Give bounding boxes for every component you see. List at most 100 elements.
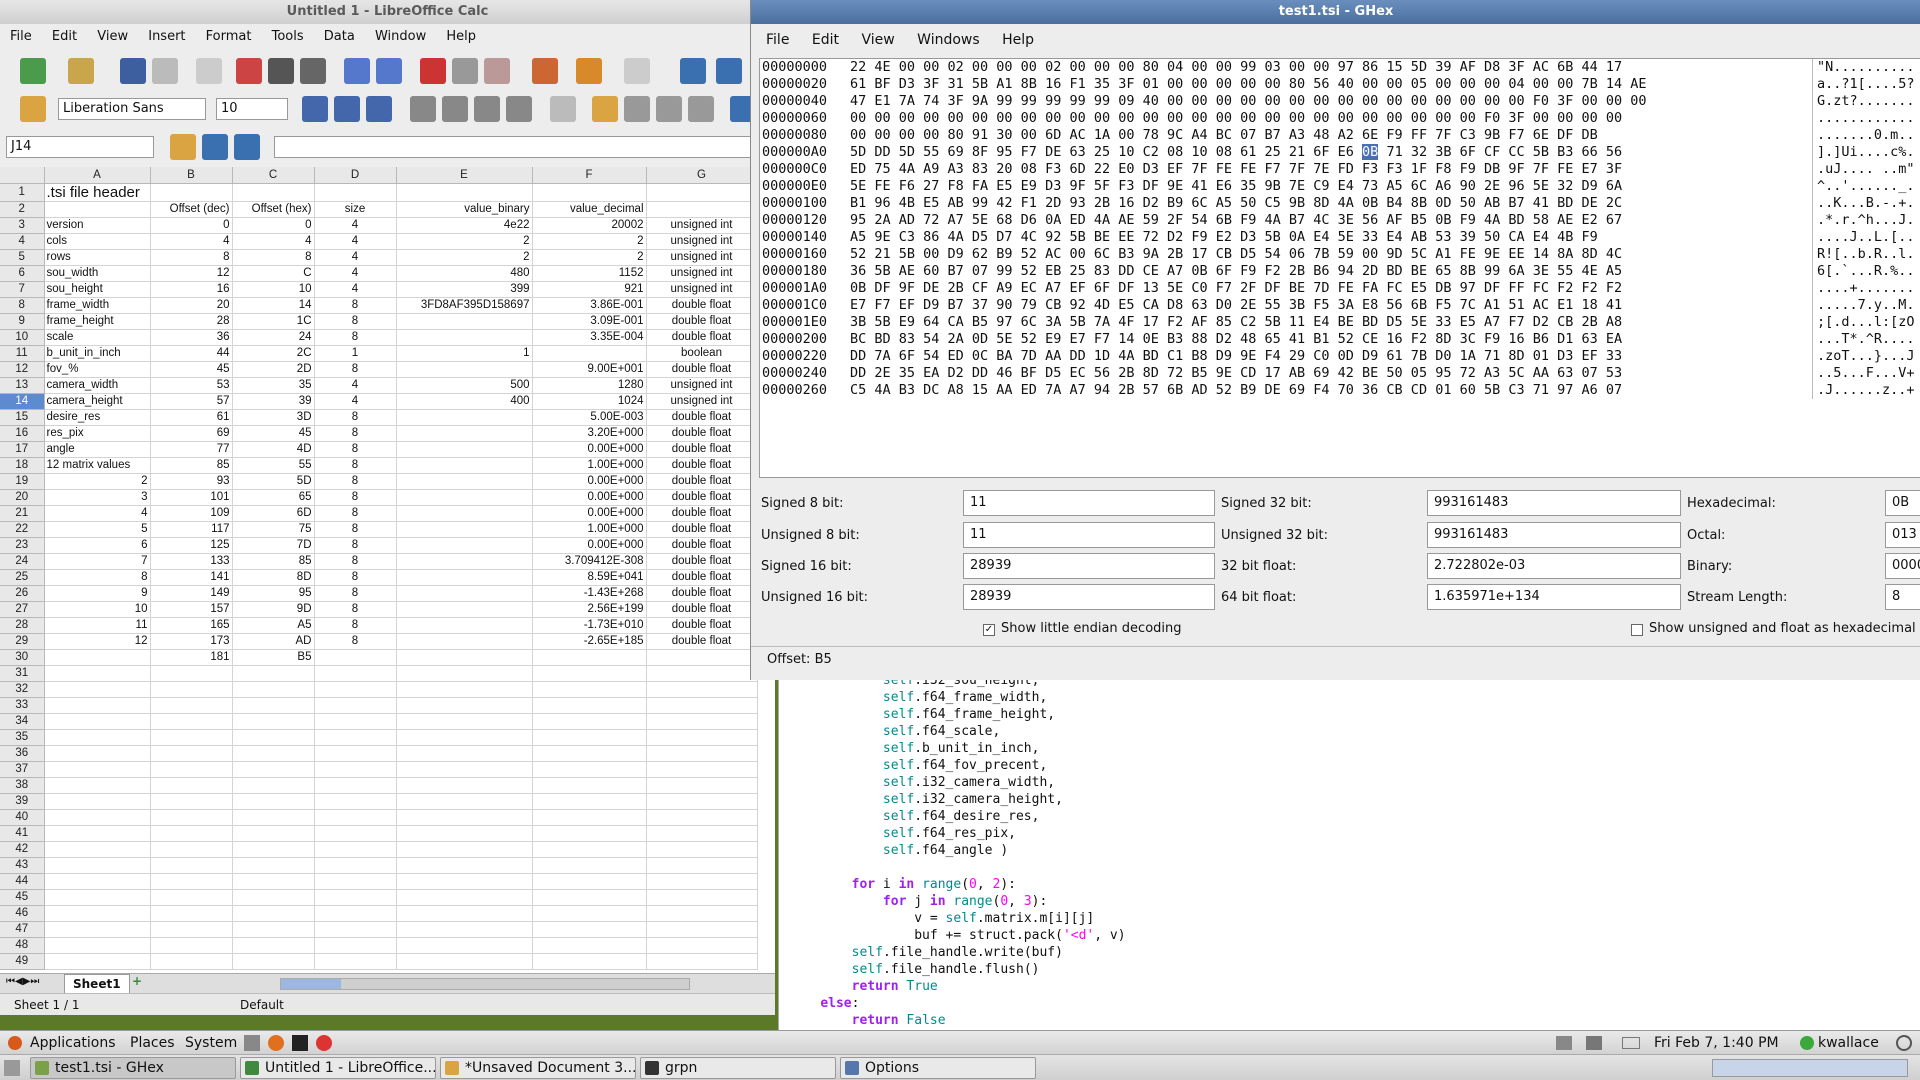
hex-ascii[interactable]: ].]Ui....c%. (1812, 144, 1915, 161)
cell[interactable] (232, 825, 315, 842)
cell[interactable]: unsigned int (646, 233, 758, 250)
cell[interactable] (396, 505, 533, 522)
cell[interactable]: 157 (150, 601, 233, 618)
row-header[interactable]: 16 (0, 425, 45, 442)
cell[interactable] (314, 873, 397, 890)
hex-ascii[interactable]: ^..'......_. (1812, 178, 1915, 195)
row-header[interactable]: 1 (0, 183, 45, 202)
cell[interactable]: frame_width (44, 297, 151, 314)
cell[interactable] (314, 745, 397, 762)
cell[interactable] (44, 761, 151, 778)
cell[interactable]: 117 (150, 521, 233, 538)
row-header[interactable]: 26 (0, 585, 45, 602)
cell[interactable] (314, 183, 397, 202)
cell[interactable] (532, 873, 647, 890)
cell[interactable]: 0.00E+000 (532, 473, 647, 490)
cell[interactable] (396, 633, 533, 650)
hex-bytes[interactable]: DD 2E 35 EA D2 DD 46 BF D5 EC 56 2B 8D 7… (850, 365, 1622, 382)
cell[interactable]: 3.709412E-308 (532, 553, 647, 570)
workspace-switcher[interactable] (1712, 1059, 1908, 1077)
cell[interactable] (532, 857, 647, 874)
cell[interactable]: camera_width (44, 377, 151, 394)
hex-bytes[interactable]: 52 21 5B 00 D9 62 B9 52 AC 00 6C B3 9A 2… (850, 246, 1622, 263)
cell[interactable] (396, 649, 533, 666)
cell[interactable] (532, 921, 647, 938)
col-header[interactable]: B (150, 167, 233, 184)
row-header[interactable]: 29 (0, 633, 45, 650)
cell[interactable] (646, 649, 758, 666)
hex-ascii[interactable]: 6[.`...R.%.. (1812, 263, 1915, 280)
cell[interactable]: -1.43E+268 (532, 585, 647, 602)
cell[interactable] (646, 921, 758, 938)
cell[interactable] (44, 697, 151, 714)
cell[interactable]: 8D (232, 569, 315, 586)
applications-menu[interactable]: Applications (30, 1031, 116, 1055)
cell[interactable] (396, 441, 533, 458)
cell[interactable] (532, 777, 647, 794)
merge-cells-icon[interactable] (550, 96, 576, 122)
menu-help[interactable]: Help (440, 29, 482, 44)
row-header[interactable]: 18 (0, 457, 45, 474)
cell[interactable]: cols (44, 233, 151, 250)
cell[interactable]: A5 (232, 617, 315, 634)
cell[interactable] (232, 745, 315, 762)
cell[interactable] (314, 713, 397, 730)
cell[interactable]: 7 (44, 553, 151, 570)
cell[interactable] (44, 777, 151, 794)
add-sheet-icon[interactable]: + (132, 974, 142, 988)
cell[interactable]: 6 (44, 537, 151, 554)
cell[interactable] (44, 857, 151, 874)
cell[interactable]: 8 (314, 473, 397, 490)
cell[interactable]: 4 (314, 393, 397, 410)
cell[interactable]: double float (646, 505, 758, 522)
menu-tools[interactable]: Tools (266, 29, 310, 44)
cell[interactable] (646, 809, 758, 826)
cell[interactable] (396, 921, 533, 938)
cell[interactable]: 4 (314, 281, 397, 298)
number-format-icon[interactable] (656, 96, 682, 122)
cell[interactable] (150, 825, 233, 842)
font-name-box[interactable]: Liberation Sans (58, 98, 206, 120)
cell[interactable] (232, 937, 315, 954)
cell[interactable] (150, 793, 233, 810)
cell[interactable]: boolean (646, 345, 758, 362)
ghex-menu-file[interactable]: File (763, 32, 792, 48)
cell[interactable] (232, 665, 315, 682)
hex-bytes[interactable]: B1 96 4B E5 AB 99 42 F1 2D 93 2B 16 D2 B… (850, 195, 1622, 212)
cell[interactable] (396, 889, 533, 906)
cell[interactable]: unsigned int (646, 249, 758, 266)
col-header[interactable]: C (232, 167, 315, 184)
cell[interactable] (532, 905, 647, 922)
signed16-value[interactable]: 28939 (963, 553, 1215, 579)
hex-view[interactable]: 00000000 22 4E 00 00 02 00 00 00 02 00 00… (759, 58, 1920, 478)
ghex-menu-view[interactable]: View (858, 32, 897, 48)
decimal-icon[interactable] (688, 96, 714, 122)
cell[interactable] (232, 857, 315, 874)
cell[interactable] (314, 937, 397, 954)
cell[interactable] (396, 745, 533, 762)
task-calc[interactable]: Untitled 1 - LibreOffice... (240, 1057, 436, 1079)
hex-bytes[interactable]: 36 5B AE 60 B7 07 99 52 EB 25 83 DD CE A… (850, 263, 1622, 280)
cell[interactable] (232, 809, 315, 826)
menu-data[interactable]: Data (318, 29, 361, 44)
cell[interactable]: 8 (314, 521, 397, 538)
hex-ascii[interactable]: .*.r.^h...J. (1812, 212, 1915, 229)
row-header[interactable]: 6 (0, 265, 45, 282)
row-header[interactable]: 48 (0, 937, 45, 954)
cell[interactable] (396, 809, 533, 826)
cell[interactable] (396, 473, 533, 490)
cell[interactable]: 57 (150, 393, 233, 410)
cell[interactable]: double float (646, 633, 758, 650)
cell[interactable]: 8 (314, 425, 397, 442)
cell[interactable]: 2 (396, 233, 533, 250)
cell[interactable]: 5.00E-003 (532, 409, 647, 426)
cell[interactable] (314, 953, 397, 970)
cell[interactable]: 0 (232, 217, 315, 234)
cell[interactable] (314, 697, 397, 714)
cell[interactable] (396, 521, 533, 538)
cell[interactable]: double float (646, 521, 758, 538)
col-header[interactable]: E (396, 167, 533, 184)
cell[interactable]: 8 (44, 569, 151, 586)
hex-bytes[interactable]: DD 7A 6F 54 ED 0C BA 7D AA DD 1D 4A BD C… (850, 348, 1622, 365)
binary-value[interactable]: 0000 (1885, 553, 1920, 579)
